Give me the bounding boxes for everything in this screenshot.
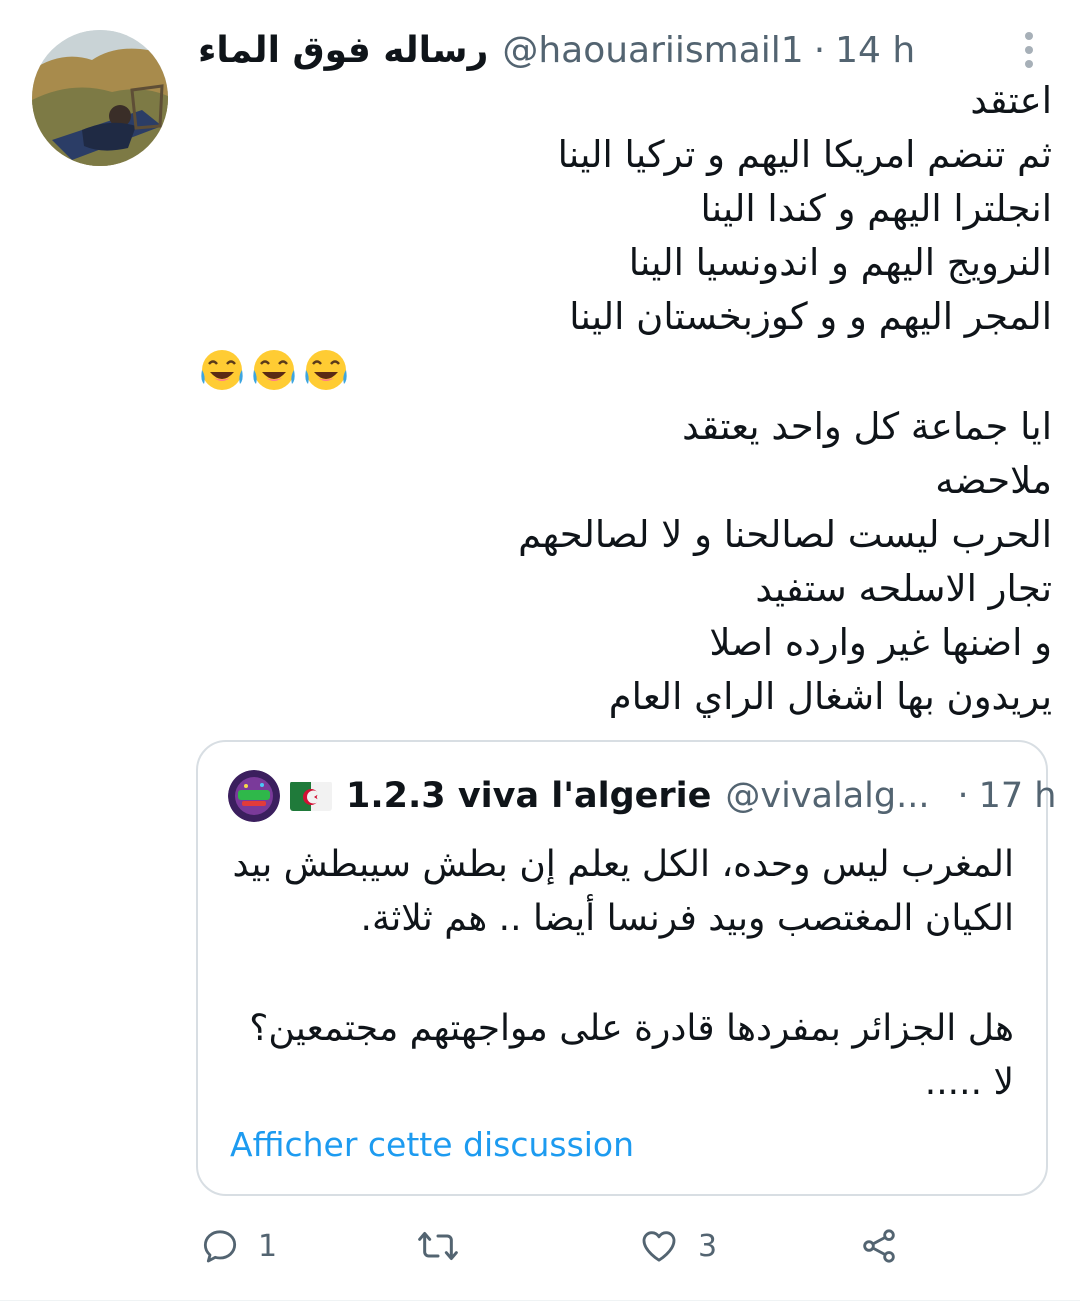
tweet-text-line: المجر اليهم و و كوزبخستان الينا xyxy=(569,295,1052,338)
quoted-author-handle[interactable]: @vivalalg... xyxy=(725,776,929,816)
share-icon xyxy=(863,1229,895,1263)
author-avatar[interactable] xyxy=(32,30,168,166)
author-handle[interactable]: @haouariismail1 xyxy=(502,26,803,76)
tweet-text-line: الحرب ليست لصالحنا و لا لصالحهم xyxy=(518,513,1052,556)
quoted-header-separator: · xyxy=(957,776,969,816)
quoted-tweet-timestamp[interactable]: 17 h xyxy=(979,776,1057,816)
divider xyxy=(0,1300,1080,1301)
retweet-button[interactable] xyxy=(416,1226,478,1266)
show-thread-link[interactable]: Afficher cette discussion xyxy=(230,1120,634,1170)
quoted-text-line: الكيان المغتصب وبيد فرنسا أيضا .. هم ثلا… xyxy=(360,898,1014,939)
share-button[interactable] xyxy=(858,1226,900,1266)
tweet-text-line: و اضنها غير وارده اصلا xyxy=(709,621,1052,664)
tweet-actions: 1 3 xyxy=(0,1220,1080,1280)
retweet-icon xyxy=(418,1232,458,1260)
tweet-text-line: ايا جماعة كل واحد يعتقد xyxy=(682,405,1052,448)
tweet-text-line: يريدون بها اشغال الراي العام xyxy=(608,675,1052,718)
tweet-text-line: تجار الاسلحه ستفيد xyxy=(755,567,1052,610)
tweet-text-line: النرويج اليهم و اندونسيا الينا xyxy=(628,241,1052,284)
quoted-author-avatar[interactable] xyxy=(228,770,280,822)
face-with-tears-of-joy-icon xyxy=(201,350,243,390)
tweet[interactable]: رساله فوق الماء @haouariismail1 · 14 h ا… xyxy=(0,0,1080,1307)
tweet-text-line: ثم تنضم امريكا اليهم و تركيا الينا xyxy=(557,133,1052,176)
quoted-tweet-header: 1.2.3 viva l'algerie @vivalalg... · 17 h xyxy=(228,768,1056,824)
tweet-text-line: ملاحضه xyxy=(935,459,1052,502)
quoted-text-line: المغرب ليس وحده، الكل يعلم إن بطش سيبطش … xyxy=(232,844,1014,885)
heart-icon xyxy=(642,1231,676,1262)
quoted-author-name[interactable]: 1.2.3 viva l'algerie xyxy=(346,776,711,816)
emoji-row xyxy=(198,346,350,394)
face-with-tears-of-joy-icon xyxy=(305,350,347,390)
header-separator: · xyxy=(813,30,826,71)
author-display-name[interactable]: رساله فوق الماء xyxy=(198,26,488,76)
more-options-icon[interactable] xyxy=(1014,30,1044,70)
tweet-header: رساله فوق الماء @haouariismail1 · 14 h xyxy=(198,26,915,76)
quoted-text-line: لا ..... xyxy=(924,1062,1014,1103)
face-with-tears-of-joy-icon xyxy=(253,350,295,390)
quoted-text-line: هل الجزائر بمفردها قادرة على مواجهتهم مج… xyxy=(249,1008,1014,1049)
reply-icon xyxy=(203,1230,237,1263)
tweet-text-line: انجلترا اليهم و كندا الينا xyxy=(700,187,1052,230)
like-count: 3 xyxy=(698,1228,718,1264)
quoted-tweet[interactable]: 1.2.3 viva l'algerie @vivalalg... · 17 h… xyxy=(196,740,1056,1196)
tweet-timestamp[interactable]: 14 h xyxy=(835,26,915,76)
algeria-flag-icon xyxy=(290,781,332,811)
reply-button[interactable]: 1 xyxy=(200,1226,277,1266)
like-button[interactable]: 3 xyxy=(638,1226,717,1266)
reply-count: 1 xyxy=(258,1228,278,1264)
tweet-text-line: اعتقد xyxy=(970,79,1052,122)
